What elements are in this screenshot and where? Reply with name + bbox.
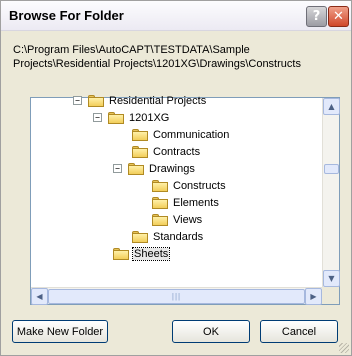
tree-item-residential-projects[interactable]: − Residential Projects <box>73 92 207 109</box>
tree-item-label: Standards <box>153 230 204 243</box>
collapse-icon[interactable]: − <box>93 113 102 122</box>
tree-item-elements[interactable]: Elements <box>152 194 220 211</box>
collapse-icon[interactable]: − <box>113 164 122 173</box>
tree-item-constructs[interactable]: Constructs <box>152 177 227 194</box>
arrow-left-icon: ◀ <box>36 292 43 301</box>
folder-icon <box>88 94 104 107</box>
tree-item-communication[interactable]: Communication <box>132 126 230 143</box>
selected-path-text: C:\Program Files\AutoCAPT\TESTDATA\Sampl… <box>13 44 301 70</box>
dialog-title: Browse For Folder <box>9 8 124 23</box>
resize-grip-icon[interactable] <box>339 343 349 353</box>
tree-item-label: Sheets <box>131 246 171 261</box>
vertical-scrollbar[interactable]: ▲ ▼ <box>322 98 340 287</box>
tree-item-label: Communication <box>153 128 230 141</box>
grip-icon: ||| <box>171 292 182 301</box>
help-button[interactable]: ? <box>306 6 327 27</box>
tree-item-1201xg[interactable]: − 1201XG <box>93 109 170 126</box>
vertical-scroll-thumb[interactable] <box>324 164 339 174</box>
ok-button[interactable]: OK <box>172 320 250 343</box>
folder-tree[interactable]: − Residential Projects − 1201XG Communic… <box>30 94 340 305</box>
scroll-right-button[interactable]: ▶ <box>305 288 322 305</box>
make-new-folder-button[interactable]: Make New Folder <box>12 320 108 343</box>
tree-item-views[interactable]: Views <box>152 211 203 228</box>
folder-icon <box>132 230 148 243</box>
arrow-right-icon: ▶ <box>310 292 317 301</box>
folder-icon <box>132 128 148 141</box>
arrow-down-icon: ▼ <box>328 274 335 283</box>
scroll-down-button[interactable]: ▼ <box>323 270 340 287</box>
tree-item-label: Residential Projects <box>109 94 207 107</box>
folder-icon <box>113 247 129 260</box>
tree-item-sheets[interactable]: Sheets <box>113 245 171 262</box>
title-bar[interactable]: Browse For Folder ? ✕ <box>1 1 351 31</box>
folder-icon <box>152 196 168 209</box>
close-button[interactable]: ✕ <box>328 6 349 27</box>
close-icon: ✕ <box>333 9 344 24</box>
folder-icon <box>152 213 168 226</box>
folder-icon <box>108 111 124 124</box>
tree-item-label: Views <box>173 213 203 226</box>
folder-icon <box>152 179 168 192</box>
collapse-icon[interactable]: − <box>73 96 82 105</box>
tree-item-label: Elements <box>173 196 219 209</box>
tree-item-standards[interactable]: Standards <box>132 228 204 245</box>
scroll-up-button[interactable]: ▲ <box>323 98 340 115</box>
help-icon: ? <box>312 9 321 24</box>
cancel-button[interactable]: Cancel <box>260 320 338 343</box>
folder-icon <box>132 145 148 158</box>
horizontal-scrollbar[interactable]: ◀ ||| ▶ <box>31 287 322 305</box>
tree-item-label: Contracts <box>153 145 201 158</box>
tree-item-label: Drawings <box>149 162 195 175</box>
tree-item-label: 1201XG <box>129 111 170 124</box>
horizontal-scroll-thumb[interactable]: ||| <box>48 289 305 304</box>
tree-item-drawings[interactable]: − Drawings <box>113 160 196 177</box>
tree-item-contracts[interactable]: Contracts <box>132 143 201 160</box>
arrow-up-icon: ▲ <box>328 102 335 111</box>
tree-item-label: Constructs <box>173 179 226 192</box>
browse-for-folder-dialog: Browse For Folder ? ✕ C:\Program Files\A… <box>0 0 352 356</box>
folder-icon <box>128 162 144 175</box>
scrollbar-corner <box>322 287 339 304</box>
scroll-left-button[interactable]: ◀ <box>31 288 48 305</box>
